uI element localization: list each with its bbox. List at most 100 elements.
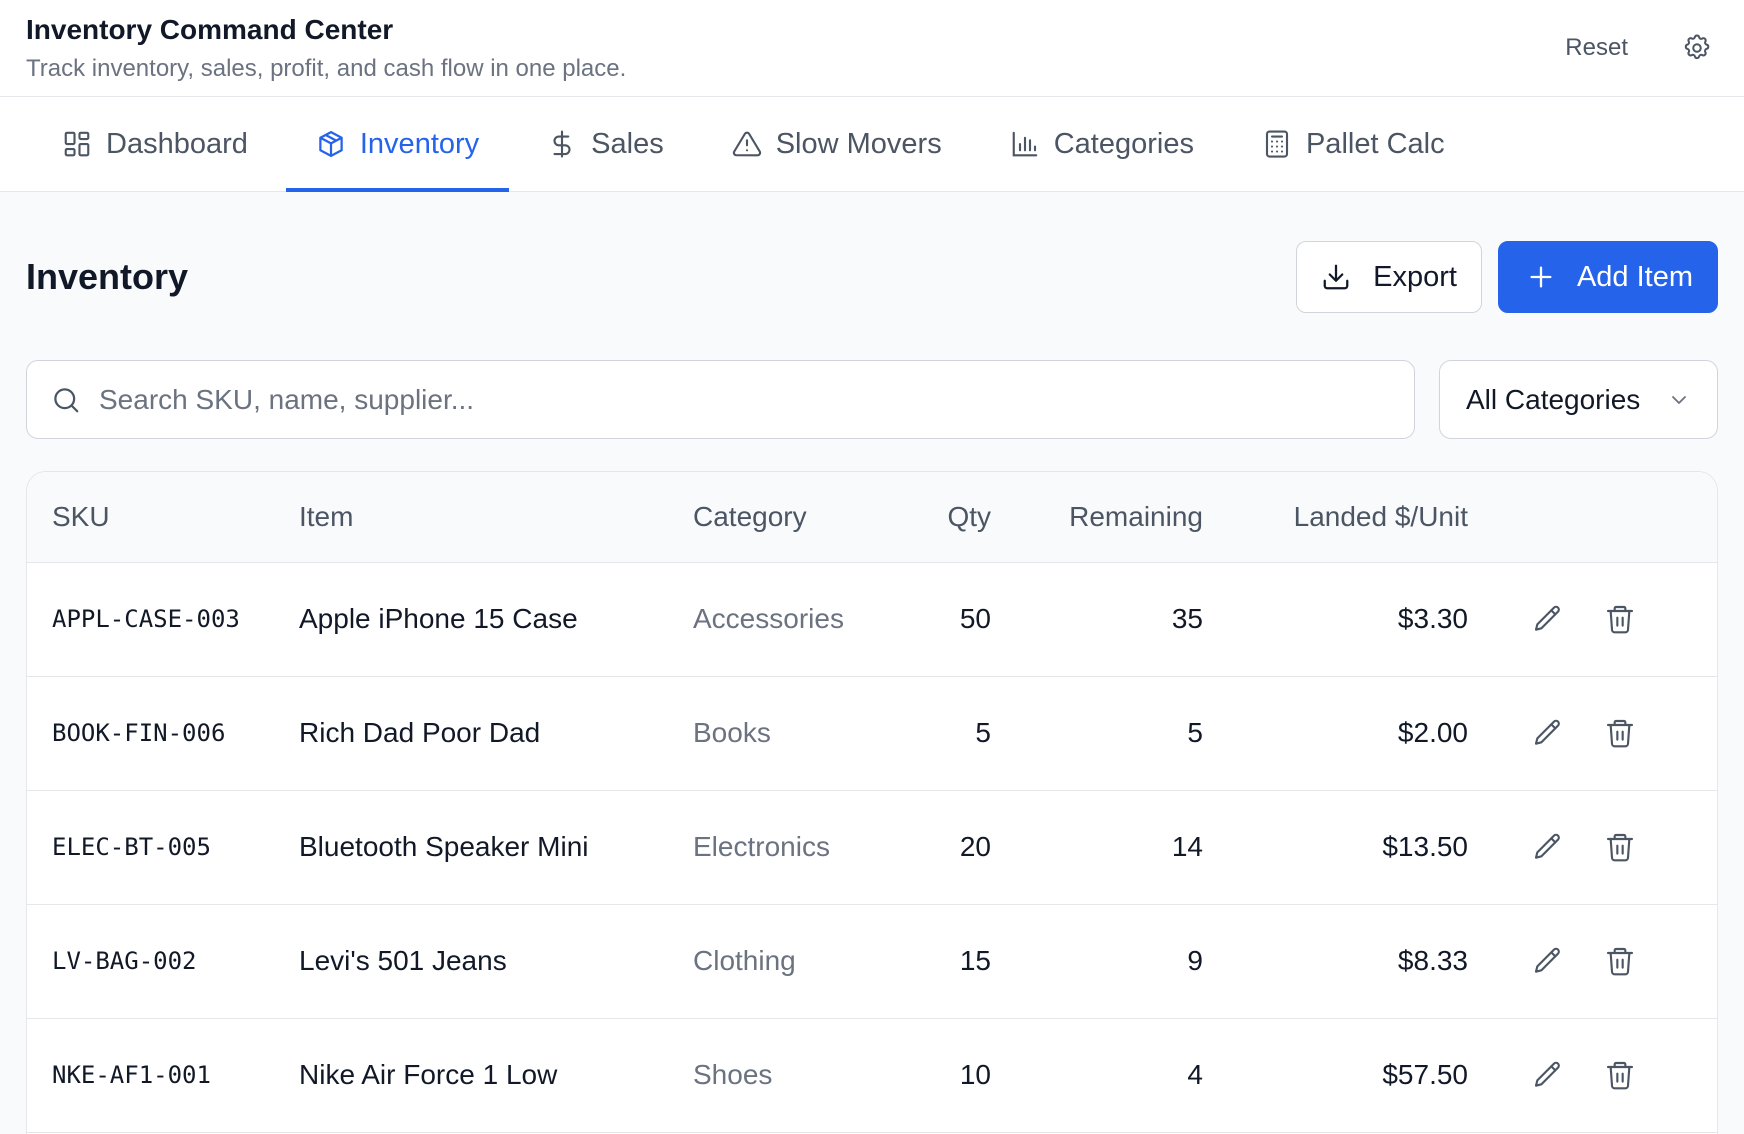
warning-icon — [732, 131, 761, 157]
chevron-down-icon — [1672, 395, 1686, 404]
cell-actions — [1468, 1018, 1717, 1133]
column-header-actions — [1468, 472, 1717, 563]
tab-label: Pallet Calc — [1305, 127, 1445, 160]
tab-label: Dashboard — [106, 127, 248, 160]
cell-item: Levi's 501 Jeans — [299, 904, 693, 1019]
cell-landed-cost: $57.50 — [1203, 1018, 1468, 1133]
cell-qty: 15 — [869, 904, 991, 1019]
cell-item: Bluetooth Speaker Mini — [299, 790, 693, 905]
cell-item: Nike Air Force 1 Low — [299, 1018, 693, 1133]
cell-remaining: 9 — [991, 904, 1203, 1019]
app-subtitle: Track inventory, sales, profit, and cash… — [26, 54, 627, 82]
column-header-landed-cost[interactable]: Landed $/Unit — [1203, 472, 1468, 563]
inventory-table-card: SKU Item Category Qty Remaining Landed $… — [26, 471, 1718, 1134]
tab-label: Categories — [1053, 127, 1194, 160]
header-actions: Reset — [1565, 31, 1718, 65]
table-row[interactable]: APPL-CASE-003 Apple iPhone 15 Case Acces… — [27, 562, 1717, 677]
search-icon — [54, 387, 79, 412]
tab-dashboard[interactable]: Dashboard — [32, 97, 278, 191]
table-row[interactable]: LV-BAG-002 Levi's 501 Jeans Clothing 15 … — [27, 904, 1717, 1019]
trash-icon[interactable] — [1602, 1057, 1638, 1093]
table-row[interactable]: NKE-AF1-001 Nike Air Force 1 Low Shoes 1… — [27, 1018, 1717, 1133]
cell-sku: LV-BAG-002 — [27, 904, 299, 1019]
cell-sku: ELEC-BT-005 — [27, 790, 299, 905]
add-item-label: Add Item — [1576, 260, 1693, 293]
app-header: Inventory Command Center Track inventory… — [0, 0, 1744, 97]
table-header-row: SKU Item Category Qty Remaining Landed $… — [27, 472, 1717, 563]
cell-remaining: 35 — [991, 562, 1203, 677]
column-header-remaining[interactable]: Remaining — [991, 472, 1203, 563]
page-actions: Export Add Item — [1296, 241, 1718, 313]
column-header-category[interactable]: Category — [693, 472, 869, 563]
cell-actions — [1468, 790, 1717, 905]
app-root: Inventory Command Center Track inventory… — [0, 0, 1744, 1134]
cell-sku: BOOK-FIN-006 — [27, 676, 299, 791]
inventory-table: SKU Item Category Qty Remaining Landed $… — [27, 472, 1717, 1133]
plus-icon — [1530, 266, 1552, 288]
table-row[interactable]: BOOK-FIN-006 Rich Dad Poor Dad Books 5 5… — [27, 676, 1717, 791]
reset-button[interactable]: Reset — [1565, 34, 1628, 62]
cell-item: Rich Dad Poor Dad — [299, 676, 693, 791]
tab-categories[interactable]: Categories — [980, 97, 1224, 191]
cell-category: Electronics — [693, 790, 869, 905]
tab-pallet-calc[interactable]: Pallet Calc — [1232, 97, 1475, 191]
brand: Inventory Command Center Track inventory… — [26, 13, 626, 83]
cell-actions — [1468, 562, 1717, 677]
export-button[interactable]: Export — [1296, 241, 1482, 313]
category-select[interactable]: All Categories — [1439, 360, 1718, 439]
row-actions — [1530, 715, 1717, 751]
cell-qty: 50 — [869, 562, 991, 677]
edit-icon[interactable] — [1530, 943, 1566, 979]
cell-qty: 10 — [869, 1018, 991, 1133]
edit-icon[interactable] — [1530, 829, 1566, 865]
edit-icon[interactable] — [1530, 1057, 1566, 1093]
add-item-button[interactable]: Add Item — [1497, 241, 1718, 313]
cell-landed-cost: $3.30 — [1203, 562, 1468, 677]
trash-icon[interactable] — [1602, 601, 1638, 637]
row-actions — [1530, 601, 1717, 637]
dollar-icon — [553, 130, 571, 158]
row-actions — [1530, 1057, 1717, 1093]
filters-bar: All Categories — [26, 360, 1718, 439]
tab-label: Slow Movers — [775, 127, 942, 160]
search-box — [26, 360, 1415, 439]
app-title: Inventory Command Center — [26, 14, 394, 46]
cell-landed-cost: $2.00 — [1203, 676, 1468, 791]
edit-icon[interactable] — [1530, 715, 1566, 751]
cell-item: Apple iPhone 15 Case — [299, 562, 693, 677]
cell-remaining: 4 — [991, 1018, 1203, 1133]
column-header-qty[interactable]: Qty — [869, 472, 991, 563]
column-header-item[interactable]: Item — [299, 472, 693, 563]
tab-slow-movers[interactable]: Slow Movers — [702, 97, 972, 191]
search-input[interactable] — [99, 383, 1390, 416]
cell-category: Shoes — [693, 1018, 869, 1133]
gear-icon[interactable] — [1680, 31, 1714, 65]
page-header: Inventory Export Add Item — [26, 192, 1718, 362]
table-row[interactable]: ELEC-BT-005 Bluetooth Speaker Mini Elect… — [27, 790, 1717, 905]
bar-chart-icon — [1012, 131, 1038, 157]
export-label: Export — [1373, 260, 1457, 293]
tab-inventory[interactable]: Inventory — [285, 97, 510, 192]
main-tabs: Dashboard Inventory Sales Slow Movers Ca… — [0, 97, 1744, 192]
cell-sku: NKE-AF1-001 — [27, 1018, 299, 1133]
download-icon — [1323, 264, 1349, 290]
cell-actions — [1468, 904, 1717, 1019]
tab-label: Inventory — [359, 127, 480, 160]
trash-icon[interactable] — [1602, 715, 1638, 751]
page-title: Inventory — [26, 256, 189, 297]
trash-icon[interactable] — [1602, 829, 1638, 865]
cell-qty: 5 — [869, 676, 991, 791]
row-actions — [1530, 829, 1717, 865]
cell-remaining: 14 — [991, 790, 1203, 905]
edit-icon[interactable] — [1530, 601, 1566, 637]
cell-sku: APPL-CASE-003 — [27, 562, 299, 677]
cell-category: Clothing — [693, 904, 869, 1019]
trash-icon[interactable] — [1602, 943, 1638, 979]
cell-category: Books — [693, 676, 869, 791]
tab-sales[interactable]: Sales — [517, 97, 694, 191]
column-header-sku[interactable]: SKU — [27, 472, 299, 563]
tab-label: Sales — [591, 127, 664, 160]
cell-actions — [1468, 676, 1717, 791]
cell-remaining: 5 — [991, 676, 1203, 791]
box-icon — [319, 131, 343, 157]
